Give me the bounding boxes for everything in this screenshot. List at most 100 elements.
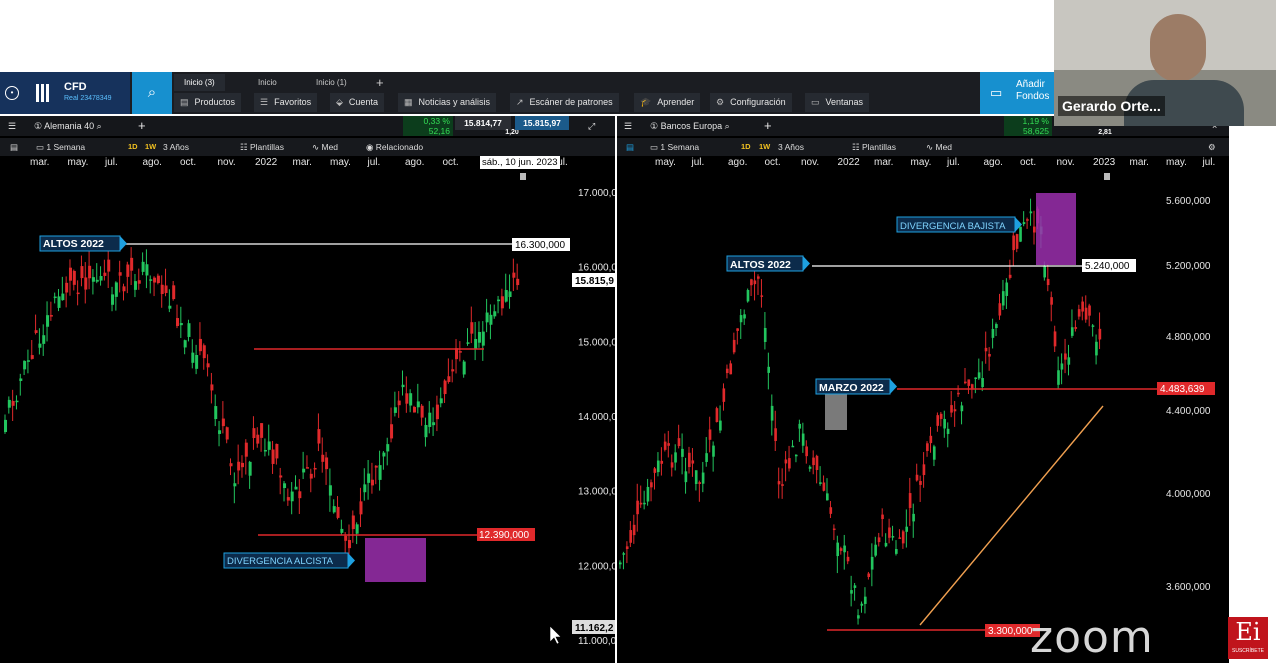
candle [1064, 353, 1067, 360]
nav-cuenta[interactable]: ⬙ Cuenta [330, 93, 384, 112]
candle [275, 443, 279, 459]
news-icon: ▦ [404, 97, 413, 107]
right-1d[interactable]: 1D [741, 140, 751, 154]
candle [819, 482, 822, 484]
candle [458, 351, 462, 353]
candle [477, 331, 481, 343]
candle [901, 531, 905, 544]
expand-icon[interactable]: ⤢ [588, 118, 595, 134]
candle [774, 428, 777, 442]
candle [922, 464, 926, 476]
candle [153, 277, 157, 283]
candle [853, 585, 857, 588]
candle [895, 549, 898, 554]
arrow-icon [348, 553, 355, 568]
scroll-handle-icon [1104, 173, 1110, 180]
indicator-icon: ∿ [926, 142, 934, 152]
candle [325, 457, 329, 470]
candle [504, 289, 508, 302]
layout-icon[interactable]: ▤ [626, 140, 634, 154]
left-buy-price[interactable]: 15.815,97 [515, 116, 569, 130]
month-tick: nov. [1056, 157, 1075, 168]
month-tick: 2022 [837, 157, 860, 168]
add-tab-button[interactable]: + [366, 74, 394, 91]
left-templates[interactable]: ☷ Plantillas [240, 140, 284, 154]
candle [61, 293, 65, 301]
layout-icon[interactable]: ▤ [10, 140, 18, 154]
template-icon: ☷ [852, 142, 860, 152]
left-1d[interactable]: 1D [128, 140, 138, 154]
search-button[interactable]: ⌕ [132, 72, 172, 114]
candle [424, 424, 428, 438]
candle [1088, 305, 1091, 316]
right-add-instrument[interactable]: + [764, 118, 772, 134]
candle [1053, 331, 1057, 347]
left-change-box: 0,33 % 52,16 [403, 116, 453, 136]
left-menu-icon[interactable]: ☰ [8, 118, 16, 134]
candle [736, 328, 739, 331]
user-icon[interactable]: • [5, 86, 19, 100]
candle [401, 384, 405, 388]
candle [493, 311, 497, 317]
candle [932, 446, 936, 460]
left-interval[interactable]: ▭ 1 Semana [36, 140, 85, 154]
nav-escaner[interactable]: ↗ Escáner de patrones [510, 93, 619, 112]
right-indicators[interactable]: ∿ Med [926, 140, 952, 154]
candle [508, 291, 512, 298]
candle [447, 376, 451, 382]
candle [794, 454, 798, 457]
left-range[interactable]: 3 Años [163, 140, 189, 154]
month-tick: mar. [874, 157, 894, 168]
month-tick: may. [910, 157, 932, 168]
nav-ventanas[interactable]: ▭ Ventanas [805, 93, 870, 112]
nav-favoritos[interactable]: ☰ Favoritos [254, 93, 318, 112]
left-chart[interactable]: 17.000,0 16.000,0 15.000,0 14.000,0 13.000,0… [0, 170, 615, 663]
wallet-icon: ▭ [990, 85, 1003, 100]
nav-noticias[interactable]: ▦ Noticias y análisis [398, 93, 497, 112]
candle [708, 429, 712, 440]
y-tick-label: 17.000,0 [578, 188, 615, 199]
left-1w[interactable]: 1W [145, 140, 156, 154]
right-symbol[interactable]: ① Bancos Europa ⌕ [650, 118, 730, 134]
y-tick-label: 4.400,000 [1166, 406, 1211, 417]
search-icon: ⌕ [724, 121, 730, 131]
nav-productos[interactable]: ▤ Productos [174, 93, 242, 112]
candle [767, 366, 770, 373]
candle [195, 354, 199, 369]
candle [382, 452, 386, 457]
candle [38, 343, 42, 348]
month-tick: nov. [801, 157, 820, 168]
candle [753, 280, 757, 285]
nav-aprender[interactable]: 🎓 Aprender [634, 93, 701, 112]
month-tick: jul. [691, 157, 705, 168]
right-interval[interactable]: ▭ 1 Semana [650, 140, 699, 154]
left-symbol[interactable]: ① Alemania 40 ⌕ [34, 118, 102, 134]
right-templates[interactable]: ☷ Plantillas [852, 140, 896, 154]
right-chart[interactable]: 5.600,000 5.200,000 4.800,000 4.400,000 4.00… [617, 170, 1229, 663]
candle [1095, 341, 1098, 356]
month-tick: ago. [405, 157, 425, 168]
nav-configuracion[interactable]: ⚙ Configuración [710, 93, 792, 112]
gear-icon[interactable]: ⚙ [1208, 140, 1216, 154]
left-related[interactable]: ◉ Relacionado [366, 140, 423, 154]
brand-logo[interactable]: Ei SUSCRÍBETE [1228, 617, 1268, 659]
y-tick-label: 5.600,000 [1166, 196, 1211, 207]
right-menu-icon[interactable]: ☰ [624, 118, 632, 134]
candle [248, 461, 252, 476]
add-funds-button[interactable]: ▭ Añadir Fondos [980, 72, 1056, 114]
tab-inicio[interactable]: Inicio [248, 74, 287, 91]
candle [348, 540, 352, 549]
low-value: 3.300,000 [988, 626, 1033, 637]
tab-inicio-3[interactable]: Inicio (3) [174, 74, 225, 91]
tab-inicio-1[interactable]: Inicio (1) [306, 74, 357, 91]
app-logo[interactable]: CFD Real 23478349 [0, 72, 130, 114]
right-range[interactable]: 3 Años [778, 140, 804, 154]
candle [750, 279, 753, 286]
left-indicators[interactable]: ∿ Med [312, 140, 338, 154]
left-add-instrument[interactable]: + [138, 118, 146, 134]
video-thumbnail[interactable]: Gerardo Orte... [1054, 0, 1276, 126]
candle [244, 442, 248, 457]
candle [218, 430, 222, 434]
candle [141, 261, 145, 272]
right-1w[interactable]: 1W [759, 140, 770, 154]
